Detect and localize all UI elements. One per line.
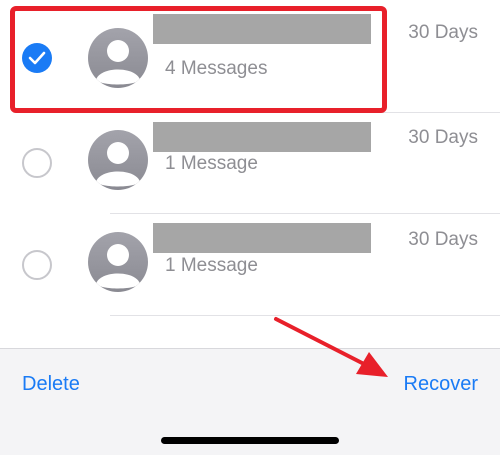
- home-indicator: [161, 437, 339, 444]
- redacted-contact-name: [153, 122, 371, 152]
- days-remaining: 30 Days: [408, 229, 478, 250]
- redacted-contact-name: [153, 223, 371, 253]
- empty-circle-icon[interactable]: [22, 148, 52, 178]
- recover-button[interactable]: Recover: [404, 373, 478, 396]
- person-placeholder-icon: [88, 130, 148, 190]
- message-count: 1 Message: [165, 153, 258, 174]
- delete-button[interactable]: Delete: [22, 373, 80, 396]
- annotation-highlight-box: [10, 6, 387, 113]
- conversation-row[interactable]: 1 Message 30 Days: [0, 113, 500, 214]
- person-placeholder-icon: [88, 232, 148, 292]
- empty-circle-icon[interactable]: [22, 250, 52, 280]
- conversation-row[interactable]: 1 Message 30 Days: [0, 214, 500, 315]
- days-remaining: 30 Days: [408, 22, 478, 43]
- days-remaining: 30 Days: [408, 127, 478, 148]
- message-count: 1 Message: [165, 255, 258, 276]
- bottom-toolbar: Delete Recover: [0, 348, 500, 455]
- row-divider: [110, 315, 500, 316]
- recently-deleted-screen: 4 Messages 30 Days 1 Message 30 Days 1 M…: [0, 0, 500, 455]
